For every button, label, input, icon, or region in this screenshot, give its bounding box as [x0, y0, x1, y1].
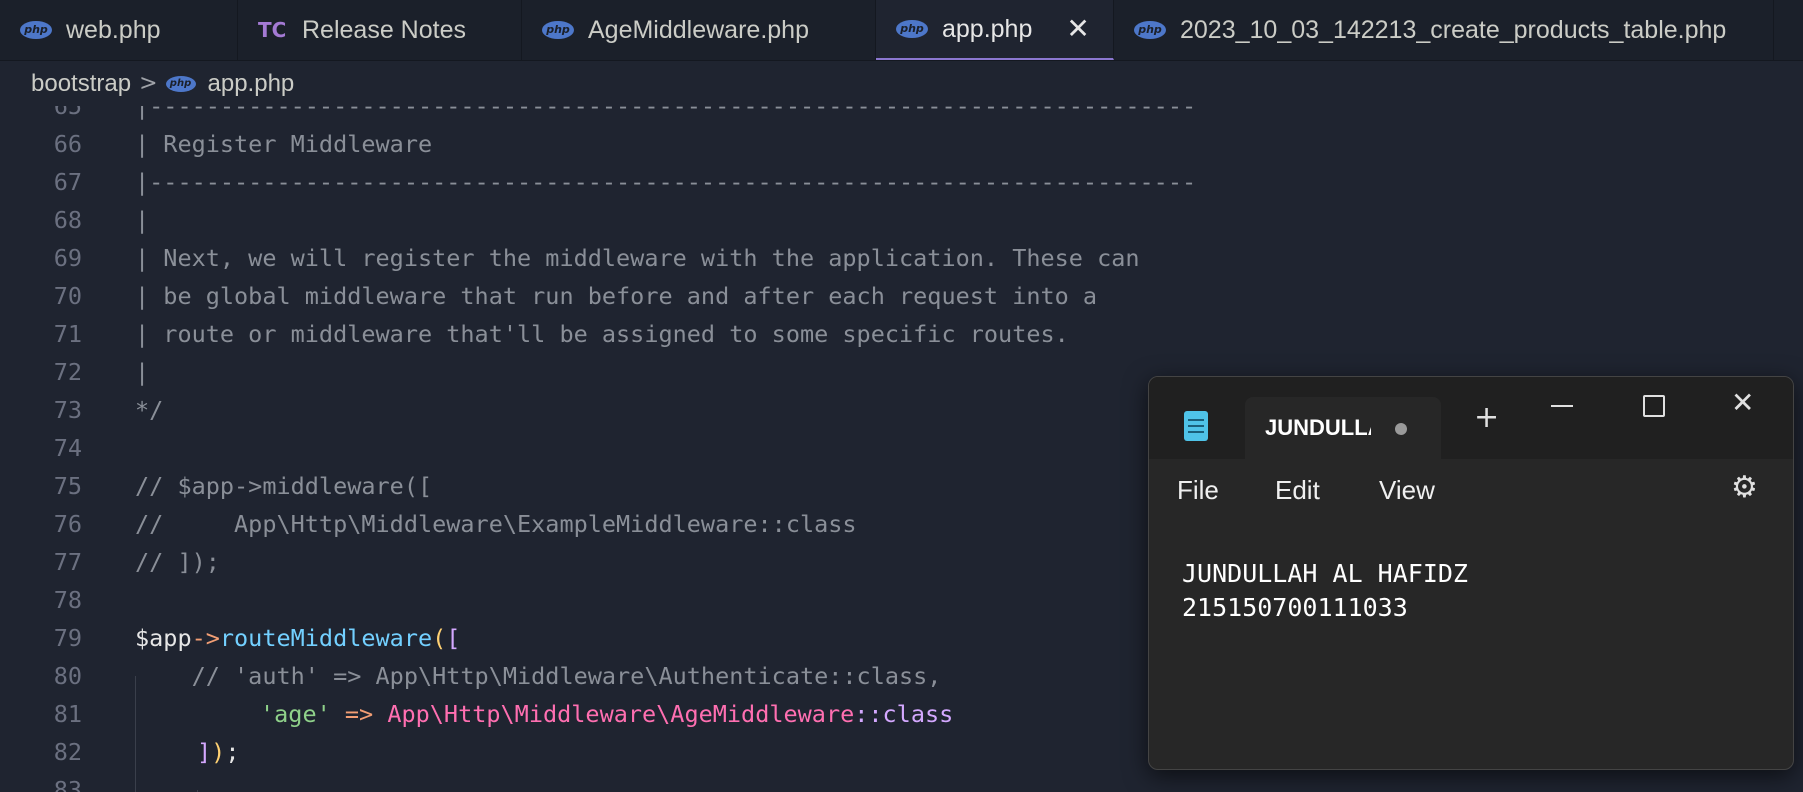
tab-app-php[interactable]: php app.php ✕ — [876, 0, 1114, 60]
close-tab-icon[interactable]: ✕ — [1066, 15, 1089, 43]
method-token: routeMiddleware — [219, 624, 433, 652]
line-text: // 'auth' => App\Http\Middleware\Authent… — [135, 662, 942, 690]
notepad-tab-title: JUNDULLAH AL HAFIDZ — [1265, 415, 1371, 440]
tab-label: Release Notes — [302, 15, 466, 44]
line-number: 77 — [53, 548, 82, 576]
bracket-token: [ — [446, 624, 461, 652]
keyword-token: ::class — [854, 700, 954, 728]
tab-web-php[interactable]: php web.php — [0, 0, 238, 60]
line-number: 65 — [53, 106, 82, 120]
semicolon-token: ; — [225, 738, 240, 766]
class-token: App\Http\Middleware\AgeMiddleware — [387, 700, 855, 728]
line-number: 73 — [53, 396, 82, 424]
line-number: 72 — [53, 358, 82, 386]
line-number: 83 — [53, 776, 82, 792]
code-line: 69 | Next, we will register the middlewar… — [0, 239, 1803, 277]
code-line: 66 | Register Middleware — [0, 125, 1803, 163]
notepad-line-name: JUNDULLAH AL HAFIDZ — [1182, 559, 1468, 588]
line-text: // App\Http\Middleware\ExampleMiddleware… — [135, 510, 857, 538]
tab-create-products-table[interactable]: php 2023_10_03_142213_create_products_ta… — [1114, 0, 1774, 60]
php-icon: php — [1134, 21, 1166, 39]
breadcrumb: bootstrap > php app.php — [0, 61, 1803, 106]
line-number: 70 — [53, 282, 82, 310]
line-number: 71 — [53, 320, 82, 348]
line-text: | route or middleware that'll be assigne… — [135, 320, 1069, 348]
line-number: 75 — [53, 472, 82, 500]
line-text: */ — [135, 396, 164, 424]
menu-file[interactable]: File — [1177, 475, 1219, 506]
line-text: ]); — [197, 733, 239, 771]
tab-release-notes[interactable]: TC Release Notes — [238, 0, 522, 60]
arrow-token: => — [330, 700, 388, 728]
tc-icon: TC — [258, 18, 287, 42]
code-line: 71 | route or middleware that'll be assig… — [0, 315, 1803, 353]
line-text: | Register Middleware — [135, 130, 433, 158]
notepad-line-id: 215150700111033 — [1182, 593, 1408, 622]
line-text: // ]); — [135, 548, 220, 576]
breadcrumb-file[interactable]: app.php — [208, 70, 295, 98]
close-window-button[interactable]: ✕ — [1731, 389, 1754, 417]
code-line: 65 |-------------------------------------… — [0, 106, 1803, 125]
line-text: 'age' => App\Http\Middleware\AgeMiddlewa… — [260, 695, 953, 733]
line-number: 68 — [53, 206, 82, 234]
line-number: 69 — [53, 244, 82, 272]
notepad-app-icon — [1184, 411, 1208, 441]
code-line: 68 | — [0, 201, 1803, 239]
notepad-menubar: File Edit View ⚙ — [1149, 459, 1793, 519]
tab-label: AgeMiddleware.php — [588, 15, 809, 44]
code-line: 70 | be global middleware that run before… — [0, 277, 1803, 315]
line-text: $app->routeMiddleware([ — [135, 619, 460, 657]
php-icon: php — [165, 75, 196, 92]
line-number: 78 — [53, 586, 82, 614]
tab-label: app.php — [942, 14, 1033, 43]
php-icon: php — [20, 21, 52, 39]
line-text: | — [135, 206, 150, 234]
line-number: 79 — [53, 624, 82, 652]
new-tab-button[interactable]: + — [1474, 403, 1499, 433]
arrow-token: -> — [191, 624, 220, 652]
notepad-titlebar[interactable]: JUNDULLAH AL HAFIDZ + ✕ — [1149, 377, 1793, 459]
php-icon: php — [896, 20, 928, 38]
php-icon: php — [542, 21, 574, 39]
tab-agemiddleware-php[interactable]: php AgeMiddleware.php — [522, 0, 876, 60]
paren-token: ) — [211, 738, 226, 766]
line-number: 80 — [53, 662, 82, 690]
variable-token: $app — [135, 624, 192, 652]
notepad-window: JUNDULLAH AL HAFIDZ + ✕ File Edit View ⚙… — [1148, 376, 1794, 770]
settings-gear-icon[interactable]: ⚙ — [1731, 473, 1758, 503]
string-token: 'age' — [260, 700, 331, 728]
line-text: | be global middleware that run before a… — [135, 282, 1098, 310]
line-number: 66 — [53, 130, 82, 158]
line-text: // $app->middleware([ — [135, 472, 433, 500]
menu-view[interactable]: View — [1379, 475, 1435, 506]
paren-token: ( — [432, 624, 447, 652]
menu-edit[interactable]: Edit — [1275, 475, 1320, 506]
line-text: | — [135, 358, 150, 386]
line-number: 82 — [53, 738, 82, 766]
code-line: 83 — [0, 771, 1803, 792]
breadcrumb-folder[interactable]: bootstrap — [31, 70, 131, 98]
unsaved-dot-icon — [1395, 423, 1407, 435]
line-number: 81 — [53, 700, 82, 728]
maximize-button[interactable] — [1643, 395, 1665, 417]
notepad-tab[interactable]: JUNDULLAH AL HAFIDZ — [1245, 397, 1441, 459]
code-line: 67 |-------------------------------------… — [0, 163, 1803, 201]
notepad-text-area[interactable]: JUNDULLAH AL HAFIDZ 215150700111033 — [1182, 557, 1468, 625]
chevron-right-icon: > — [139, 71, 158, 96]
tab-label: 2023_10_03_142213_create_products_table.… — [1180, 15, 1727, 44]
bracket-token: ] — [197, 738, 212, 766]
line-text: | Next, we will register the middleware … — [135, 244, 1140, 272]
line-number: 74 — [53, 434, 82, 462]
tab-label: web.php — [66, 15, 161, 44]
line-number: 67 — [53, 168, 82, 196]
line-number: 76 — [53, 510, 82, 538]
line-text: |---------------------------------------… — [135, 106, 1197, 120]
minimize-button[interactable] — [1551, 405, 1573, 407]
line-text: |---------------------------------------… — [135, 168, 1197, 196]
editor-tab-bar: php web.php TC Release Notes php AgeMidd… — [0, 0, 1803, 61]
